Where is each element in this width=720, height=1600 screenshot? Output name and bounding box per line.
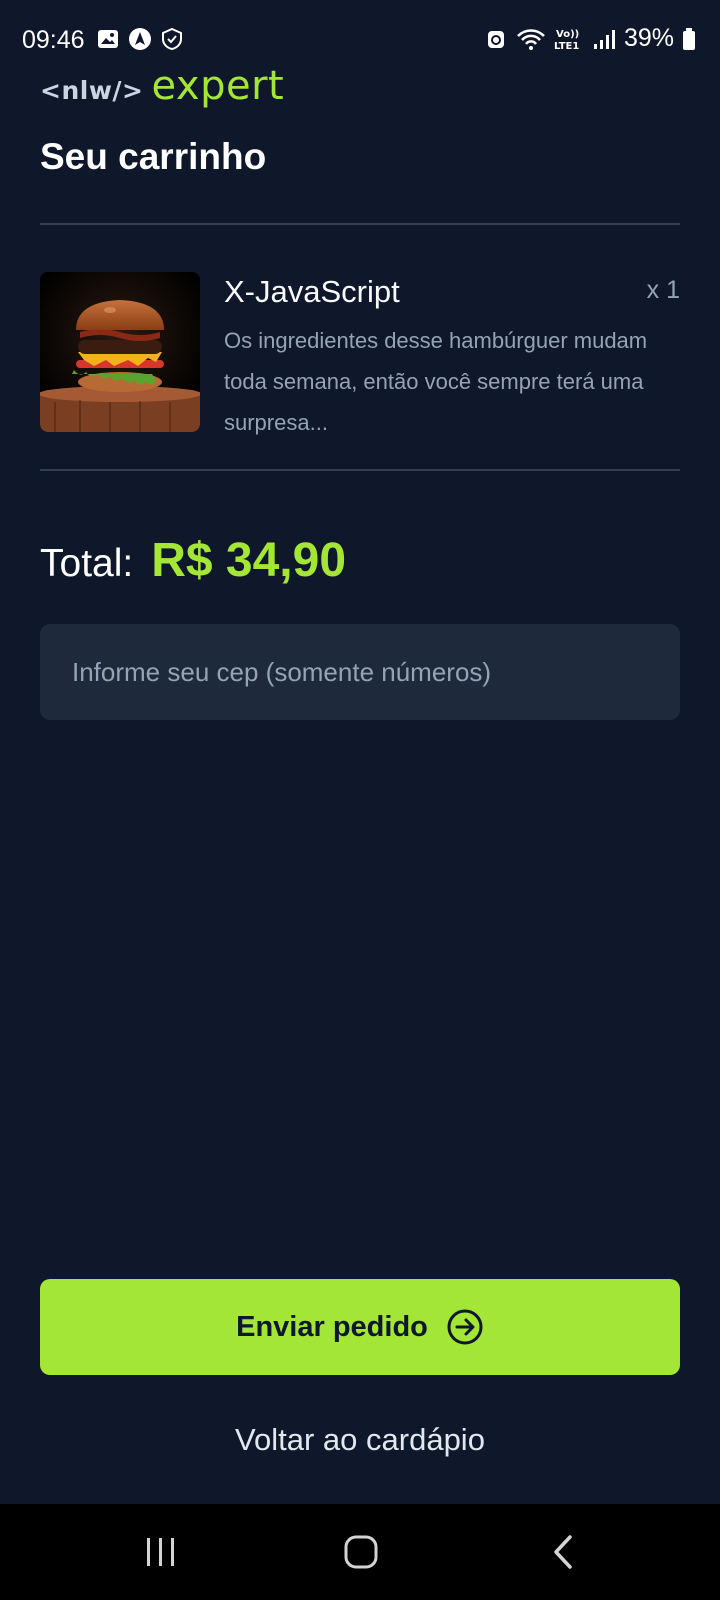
cep-input[interactable] — [40, 624, 680, 720]
recent-apps-icon — [147, 1538, 174, 1566]
back-chevron-icon — [554, 1535, 572, 1569]
back-button[interactable] — [534, 1528, 594, 1576]
status-right-icons: Vo)) LTE1 39% — [484, 24, 696, 53]
send-order-label: Enviar pedido — [236, 1310, 428, 1343]
recent-apps-button[interactable] — [131, 1528, 191, 1576]
cart-item[interactable]: X-JavaScript x 1 Os ingredientes desse h… — [40, 272, 680, 435]
burger-image — [40, 272, 200, 432]
signal-icon — [593, 29, 615, 49]
total-row: Total: R$ 34,90 — [40, 533, 346, 588]
wifi-icon — [517, 28, 545, 50]
product-name: X-JavaScript — [224, 274, 400, 309]
app-logo: <nlw/> expert — [40, 63, 284, 109]
page-title: Seu carrinho — [40, 136, 267, 177]
back-to-menu-link[interactable]: Voltar ao cardápio — [0, 1422, 720, 1458]
home-button[interactable] — [331, 1528, 391, 1576]
battery-percent: 39% — [623, 24, 674, 52]
logo-expert-text: expert — [151, 63, 285, 109]
product-description: Os ingredientes desse hambúrguer mudam t… — [224, 328, 648, 435]
svg-text:Vo)): Vo)) — [556, 29, 579, 40]
android-icon — [487, 30, 504, 48]
total-label: Total: — [40, 542, 134, 585]
lte-label: LTE1 — [554, 41, 579, 51]
shield-icon — [162, 27, 182, 51]
image-icon — [98, 30, 118, 48]
divider-top — [40, 223, 680, 225]
product-quantity: x 1 — [646, 276, 680, 304]
lte-icon: Vo))LTE1 — [554, 29, 579, 51]
product-image — [40, 272, 200, 432]
home-icon — [344, 1535, 378, 1569]
arrow-right-circle-icon — [447, 1309, 483, 1345]
navigation-icon — [129, 28, 151, 50]
system-nav-bar — [0, 1504, 720, 1600]
status-left-icons — [96, 27, 184, 51]
logo-nlw-text: <nlw/> — [40, 76, 144, 105]
total-value: R$ 34,90 — [151, 534, 347, 587]
status-time: 09:46 — [22, 26, 85, 54]
divider-bottom — [40, 469, 680, 471]
battery-icon — [683, 27, 695, 50]
send-order-button[interactable]: Enviar pedido — [40, 1279, 680, 1375]
